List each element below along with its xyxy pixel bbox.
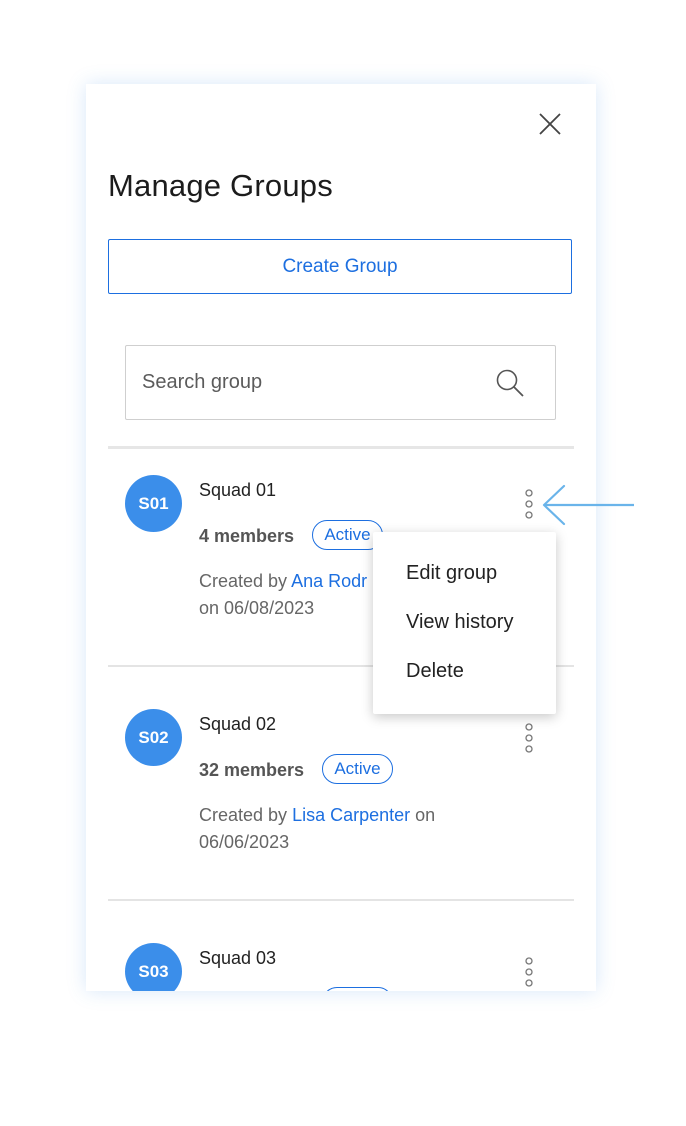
created-prefix: Created by (199, 805, 293, 825)
status-badge (322, 987, 393, 991)
group-name: Squad 03 (199, 948, 277, 968)
menu-item-view-history[interactable]: View history (406, 611, 513, 634)
avatar: S02 (125, 709, 182, 766)
manage-groups-dialog: Manage Groups Create Group S01 Squad 01 … (86, 84, 596, 991)
group-name: Squad 02 (199, 714, 277, 734)
search-input[interactable] (142, 346, 472, 419)
member-count: 32 members (199, 760, 305, 780)
list-item: S03 Squad 03 (86, 84, 596, 991)
list-divider (108, 446, 574, 449)
creator-link[interactable]: Lisa Carpenter (292, 805, 410, 825)
created-info: Created by Lisa Carpenter on 06/06/2023 (199, 802, 459, 856)
context-menu: Edit group View history Delete (373, 532, 556, 714)
menu-item-delete[interactable]: Delete (406, 660, 464, 683)
avatar: S03 (125, 943, 182, 991)
row-divider (108, 899, 574, 901)
creator-link[interactable]: Ana Rodr (291, 571, 367, 591)
menu-item-edit-group[interactable]: Edit group (406, 562, 497, 585)
status-badge: Active (322, 754, 393, 784)
arrow-left-icon (542, 484, 634, 526)
kebab-menu-icon[interactable] (521, 488, 537, 520)
member-count: 4 members (199, 526, 295, 546)
created-prefix: Created by (199, 571, 292, 591)
created-suffix: on (410, 805, 436, 825)
created-date: 06/06/2023 (199, 832, 290, 852)
search-box (125, 345, 556, 420)
kebab-menu-icon[interactable] (521, 956, 537, 988)
kebab-menu-icon[interactable] (521, 722, 537, 754)
created-date: on 06/08/2023 (199, 598, 315, 618)
avatar: S01 (125, 475, 182, 532)
group-name: Squad 01 (199, 480, 277, 500)
search-icon[interactable] (495, 368, 525, 398)
